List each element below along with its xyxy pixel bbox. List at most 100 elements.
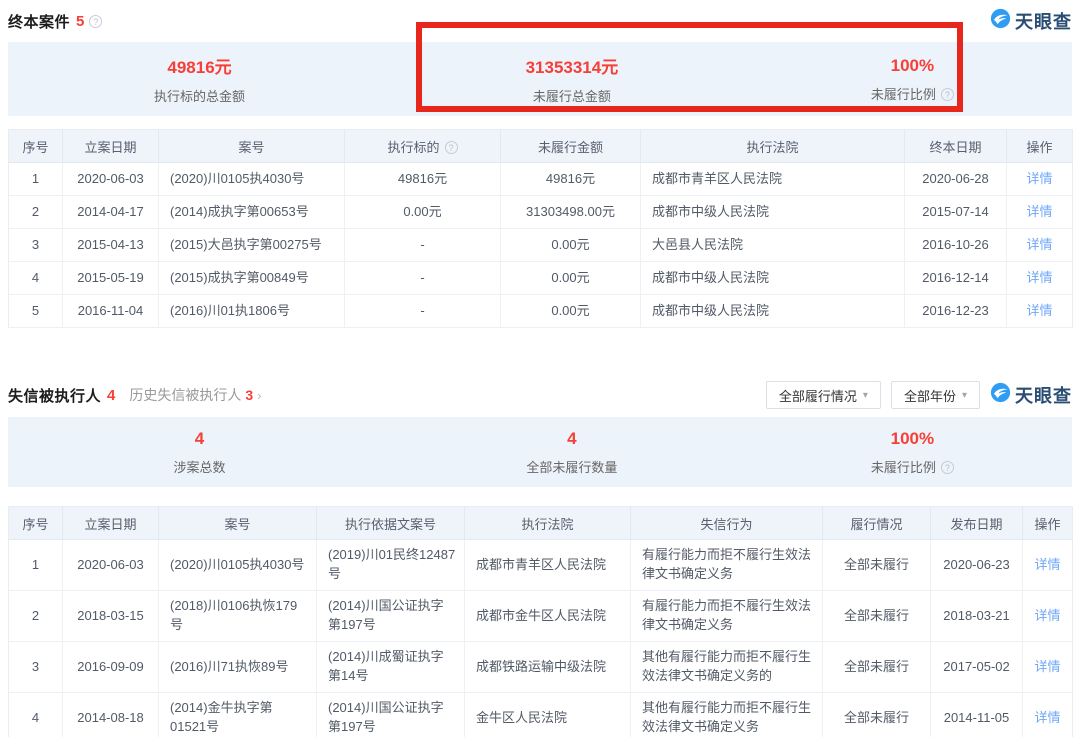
cell-fulfillment-status: 全部未履行 <box>823 591 931 642</box>
year-filter-dropdown[interactable]: 全部年份▾ <box>891 381 980 409</box>
col-exec-target: 执行标的? <box>345 130 501 163</box>
cell-dishonest-behavior: 有履行能力而拒不履行生效法律文书确定义务 <box>631 540 823 591</box>
cell-basis-doc-no: (2014)川国公证执字第197号 <box>317 591 465 642</box>
cell-court: 金牛区人民法院 <box>465 693 631 737</box>
cell-end-date: 2016-10-26 <box>905 229 1007 262</box>
col-court: 执行法院 <box>465 507 631 540</box>
col-fulfillment-status: 履行情况 <box>823 507 931 540</box>
help-icon[interactable]: ? <box>941 88 954 101</box>
cell-action: 详情 <box>1007 262 1073 295</box>
cell-seq: 1 <box>9 540 63 591</box>
dishonest-debtors-header: 失信被执行人 4 历史失信被执行人3› 全部履行情况▾ 全部年份▾ 天眼查 <box>8 373 1072 409</box>
col-action: 操作 <box>1007 130 1073 163</box>
col-case-no: 案号 <box>159 507 317 540</box>
dishonest-debtors-table: 序号 立案日期 案号 执行依据文案号 执行法院 失信行为 履行情况 发布日期 操… <box>8 506 1073 737</box>
table-row: 4 2014-08-18 (2014)金牛执字第01521号 (2014)川国公… <box>9 693 1073 737</box>
detail-link[interactable]: 详情 <box>1026 270 1052 285</box>
col-case-no: 案号 <box>159 130 345 163</box>
cell-end-date: 2016-12-23 <box>905 295 1007 328</box>
cell-publish-date: 2020-06-23 <box>931 540 1023 591</box>
cell-case-no: (2020)川0105执4030号 <box>159 540 317 591</box>
cell-fulfillment-status: 全部未履行 <box>823 693 931 737</box>
cell-case-no: (2016)川01执1806号 <box>159 295 345 328</box>
cell-court: 大邑县人民法院 <box>641 229 905 262</box>
page: 终本案件 5 ? 天眼查 49816元 执行标的总金额 31353314元 未履… <box>0 0 1080 737</box>
cell-dishonest-behavior: 有履行能力而拒不履行生效法律文书确定义务 <box>631 591 823 642</box>
detail-link[interactable]: 详情 <box>1034 659 1060 674</box>
cell-seq: 3 <box>9 642 63 693</box>
cell-filing-date: 2015-05-19 <box>63 262 159 295</box>
cell-exec-target: - <box>345 262 501 295</box>
cell-basis-doc-no: (2014)川国公证执字第197号 <box>317 693 465 737</box>
cell-unfulfilled-amount: 0.00元 <box>501 295 641 328</box>
table-row: 5 2016-11-04 (2016)川01执1806号 - 0.00元 成都市… <box>9 295 1073 328</box>
cell-publish-date: 2018-03-21 <box>931 591 1023 642</box>
help-icon[interactable]: ? <box>89 15 102 28</box>
col-basis-doc-no: 执行依据文案号 <box>317 507 465 540</box>
detail-link[interactable]: 详情 <box>1034 557 1060 572</box>
cell-exec-target: 0.00元 <box>345 196 501 229</box>
cell-unfulfilled-amount: 0.00元 <box>501 262 641 295</box>
fulfillment-filter-dropdown[interactable]: 全部履行情况▾ <box>766 381 881 409</box>
col-court: 执行法院 <box>641 130 905 163</box>
brand-logo-text: 天眼查 <box>1015 8 1072 34</box>
cell-court: 成都市青羊区人民法院 <box>465 540 631 591</box>
stat-unfulfilled-ratio: 100% 未履行比例? <box>753 429 1072 476</box>
cell-action: 详情 <box>1023 693 1073 737</box>
cell-basis-doc-no: (2019)川01民终12487号 <box>317 540 465 591</box>
detail-link[interactable]: 详情 <box>1034 710 1060 725</box>
tianyancha-logo-icon <box>990 382 1011 408</box>
cell-court: 成都市中级人民法院 <box>641 196 905 229</box>
cell-dishonest-behavior: 其他有履行能力而拒不履行生效法律文书确定义务的 <box>631 642 823 693</box>
cell-case-no: (2018)川0106执恢179号 <box>159 591 317 642</box>
caret-down-icon: ▾ <box>962 390 967 401</box>
col-filing-date: 立案日期 <box>63 507 159 540</box>
brand-logo-text: 天眼查 <box>1015 382 1072 408</box>
cell-action: 详情 <box>1023 540 1073 591</box>
detail-link[interactable]: 详情 <box>1034 608 1060 623</box>
detail-link[interactable]: 详情 <box>1026 303 1052 318</box>
cell-filing-date: 2015-04-13 <box>63 229 159 262</box>
tianyancha-logo-icon <box>990 8 1011 34</box>
detail-link[interactable]: 详情 <box>1026 237 1052 252</box>
cell-court: 成都市金牛区人民法院 <box>465 591 631 642</box>
cell-filing-date: 2014-04-17 <box>63 196 159 229</box>
table-row: 2 2014-04-17 (2014)成执字第00653号 0.00元 3130… <box>9 196 1073 229</box>
cell-exec-target: - <box>345 295 501 328</box>
detail-link[interactable]: 详情 <box>1026 171 1052 186</box>
cell-fulfillment-status: 全部未履行 <box>823 642 931 693</box>
table-row: 4 2015-05-19 (2015)成执字第00849号 - 0.00元 成都… <box>9 262 1073 295</box>
history-dishonest-link[interactable]: 历史失信被执行人3› <box>129 385 261 405</box>
brand-logo: 天眼查 <box>990 382 1072 408</box>
cell-basis-doc-no: (2014)川成蜀证执字第14号 <box>317 642 465 693</box>
cell-unfulfilled-amount: 49816元 <box>501 163 641 196</box>
col-publish-date: 发布日期 <box>931 507 1023 540</box>
cell-case-no: (2016)川71执恢89号 <box>159 642 317 693</box>
detail-link[interactable]: 详情 <box>1026 204 1052 219</box>
cell-fulfillment-status: 全部未履行 <box>823 540 931 591</box>
help-icon[interactable]: ? <box>941 461 954 474</box>
cell-end-date: 2020-06-28 <box>905 163 1007 196</box>
section-count-badge: 4 <box>107 387 115 404</box>
chevron-right-icon: › <box>257 388 261 403</box>
cell-seq: 4 <box>9 262 63 295</box>
table-header-row: 序号 立案日期 案号 执行标的? 未履行金额 执行法院 终本日期 操作 <box>9 130 1073 163</box>
section-title: 失信被执行人 <box>8 385 101 406</box>
cell-filing-date: 2016-11-04 <box>63 295 159 328</box>
col-end-date: 终本日期 <box>905 130 1007 163</box>
cell-action: 详情 <box>1007 229 1073 262</box>
cell-seq: 2 <box>9 196 63 229</box>
cell-case-no: (2015)成执字第00849号 <box>159 262 345 295</box>
dishonest-summary-banner: 4 涉案总数 4 全部未履行数量 100% 未履行比例? <box>8 417 1072 487</box>
final-cases-header: 终本案件 5 ? 天眼查 <box>8 0 1072 34</box>
cell-court: 成都市中级人民法院 <box>641 295 905 328</box>
cell-publish-date: 2014-11-05 <box>931 693 1023 737</box>
cell-action: 详情 <box>1007 295 1073 328</box>
cell-exec-target: - <box>345 229 501 262</box>
section-title: 终本案件 <box>8 11 70 32</box>
col-seq: 序号 <box>9 507 63 540</box>
col-dishonest-behavior: 失信行为 <box>631 507 823 540</box>
cell-seq: 3 <box>9 229 63 262</box>
help-icon[interactable]: ? <box>445 141 458 154</box>
table-row: 1 2020-06-03 (2020)川0105执4030号 (2019)川01… <box>9 540 1073 591</box>
